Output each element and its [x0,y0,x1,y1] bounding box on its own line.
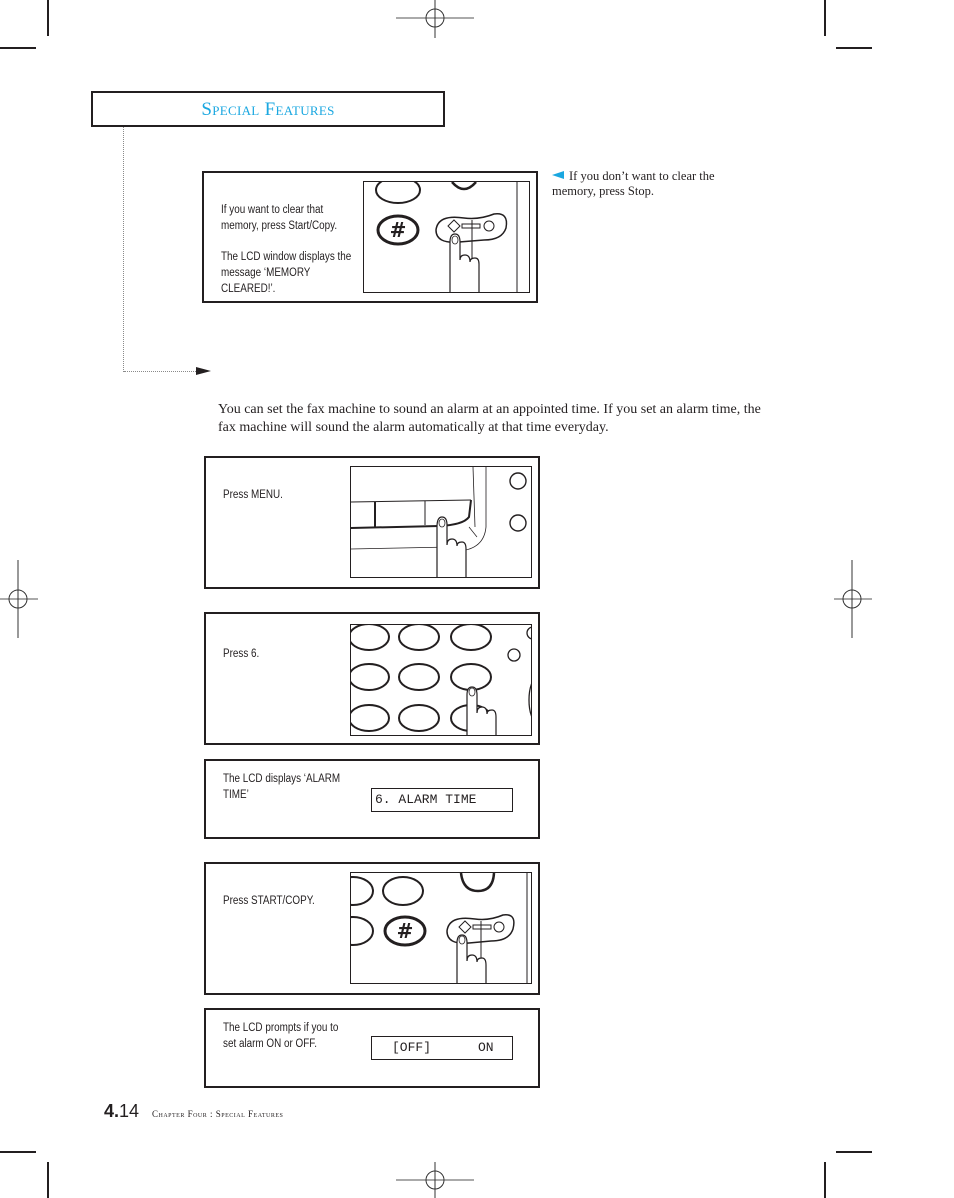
lcd-display: 6. ALARM TIME [371,788,513,812]
svg-text:#: # [390,218,407,242]
step-lcd-alarm-time: The LCD displays ‘ALARM TIME’ 6. ALARM T… [204,759,540,839]
start-copy-button-press-icon: # [351,873,528,983]
registration-mark-top [396,0,474,38]
clear-memory-step: If you want to clear that memory, press … [202,171,538,303]
crop-mark [47,0,49,36]
side-note: If you don’t want to clear the memory, p… [552,169,752,199]
page-title: Special Features [201,99,335,120]
dotted-connector-horizontal [124,371,196,372]
svg-text:#: # [397,919,414,943]
crop-mark [47,1162,49,1198]
clear-memory-lcd-note: The LCD window displays the message ‘MEM… [221,251,352,295]
lcd-display: [OFF] ON [371,1036,513,1060]
crop-mark [824,1162,826,1198]
crop-mark [0,47,36,49]
registration-mark-bottom [396,1162,474,1198]
keypad-6-press-icon [351,625,531,735]
chapter-label: Chapter Four : Special Features [152,1109,284,1119]
clear-memory-instruction: If you want to clear that memory, press … [221,204,338,232]
step-instruction: The LCD prompts if you to set alarm ON o… [223,1022,339,1050]
step-instruction: Press MENU. [223,489,283,501]
step-press-start-copy: Press START/COPY. # [204,862,540,995]
crop-mark [0,1151,36,1153]
start-copy-button-press-icon: # [375,182,518,292]
page-number-value: 14 [119,1101,140,1121]
start-copy-illustration: # [350,872,532,984]
dotted-connector-vertical [123,127,124,372]
step-instruction: Press 6. [223,648,260,660]
registration-mark-left [0,560,38,638]
page-prefix: 4. [104,1101,120,1121]
intro-paragraph: You can set the fax machine to sound an … [218,402,761,435]
crop-mark [824,0,826,36]
menu-button-illustration [350,466,532,578]
step-lcd-alarm-on-off: The LCD prompts if you to set alarm ON o… [204,1008,540,1088]
step-instruction: Press START/COPY. [223,895,315,907]
lcd-option-on: ON [478,1040,494,1055]
registration-mark-right [834,560,872,638]
menu-button-press-icon [351,467,527,577]
page-number: 4.14 [104,1101,139,1122]
arrow-right-icon [196,367,211,375]
step-instruction: The LCD displays ‘ALARM TIME’ [223,773,341,801]
start-copy-illustration: # [363,181,530,293]
step-press-6: Press 6. [204,612,540,745]
lcd-option-off: [OFF] [392,1040,432,1055]
step-press-menu: Press MENU. [204,456,540,589]
crop-mark [836,47,872,49]
side-note-text: If you don’t want to clear the memory, p… [552,169,715,198]
arrow-left-icon [552,171,564,179]
keypad-illustration [350,624,532,736]
lcd-text: 6. ALARM TIME [375,792,477,807]
section-header: Special Features [91,91,445,127]
crop-mark [836,1151,872,1153]
